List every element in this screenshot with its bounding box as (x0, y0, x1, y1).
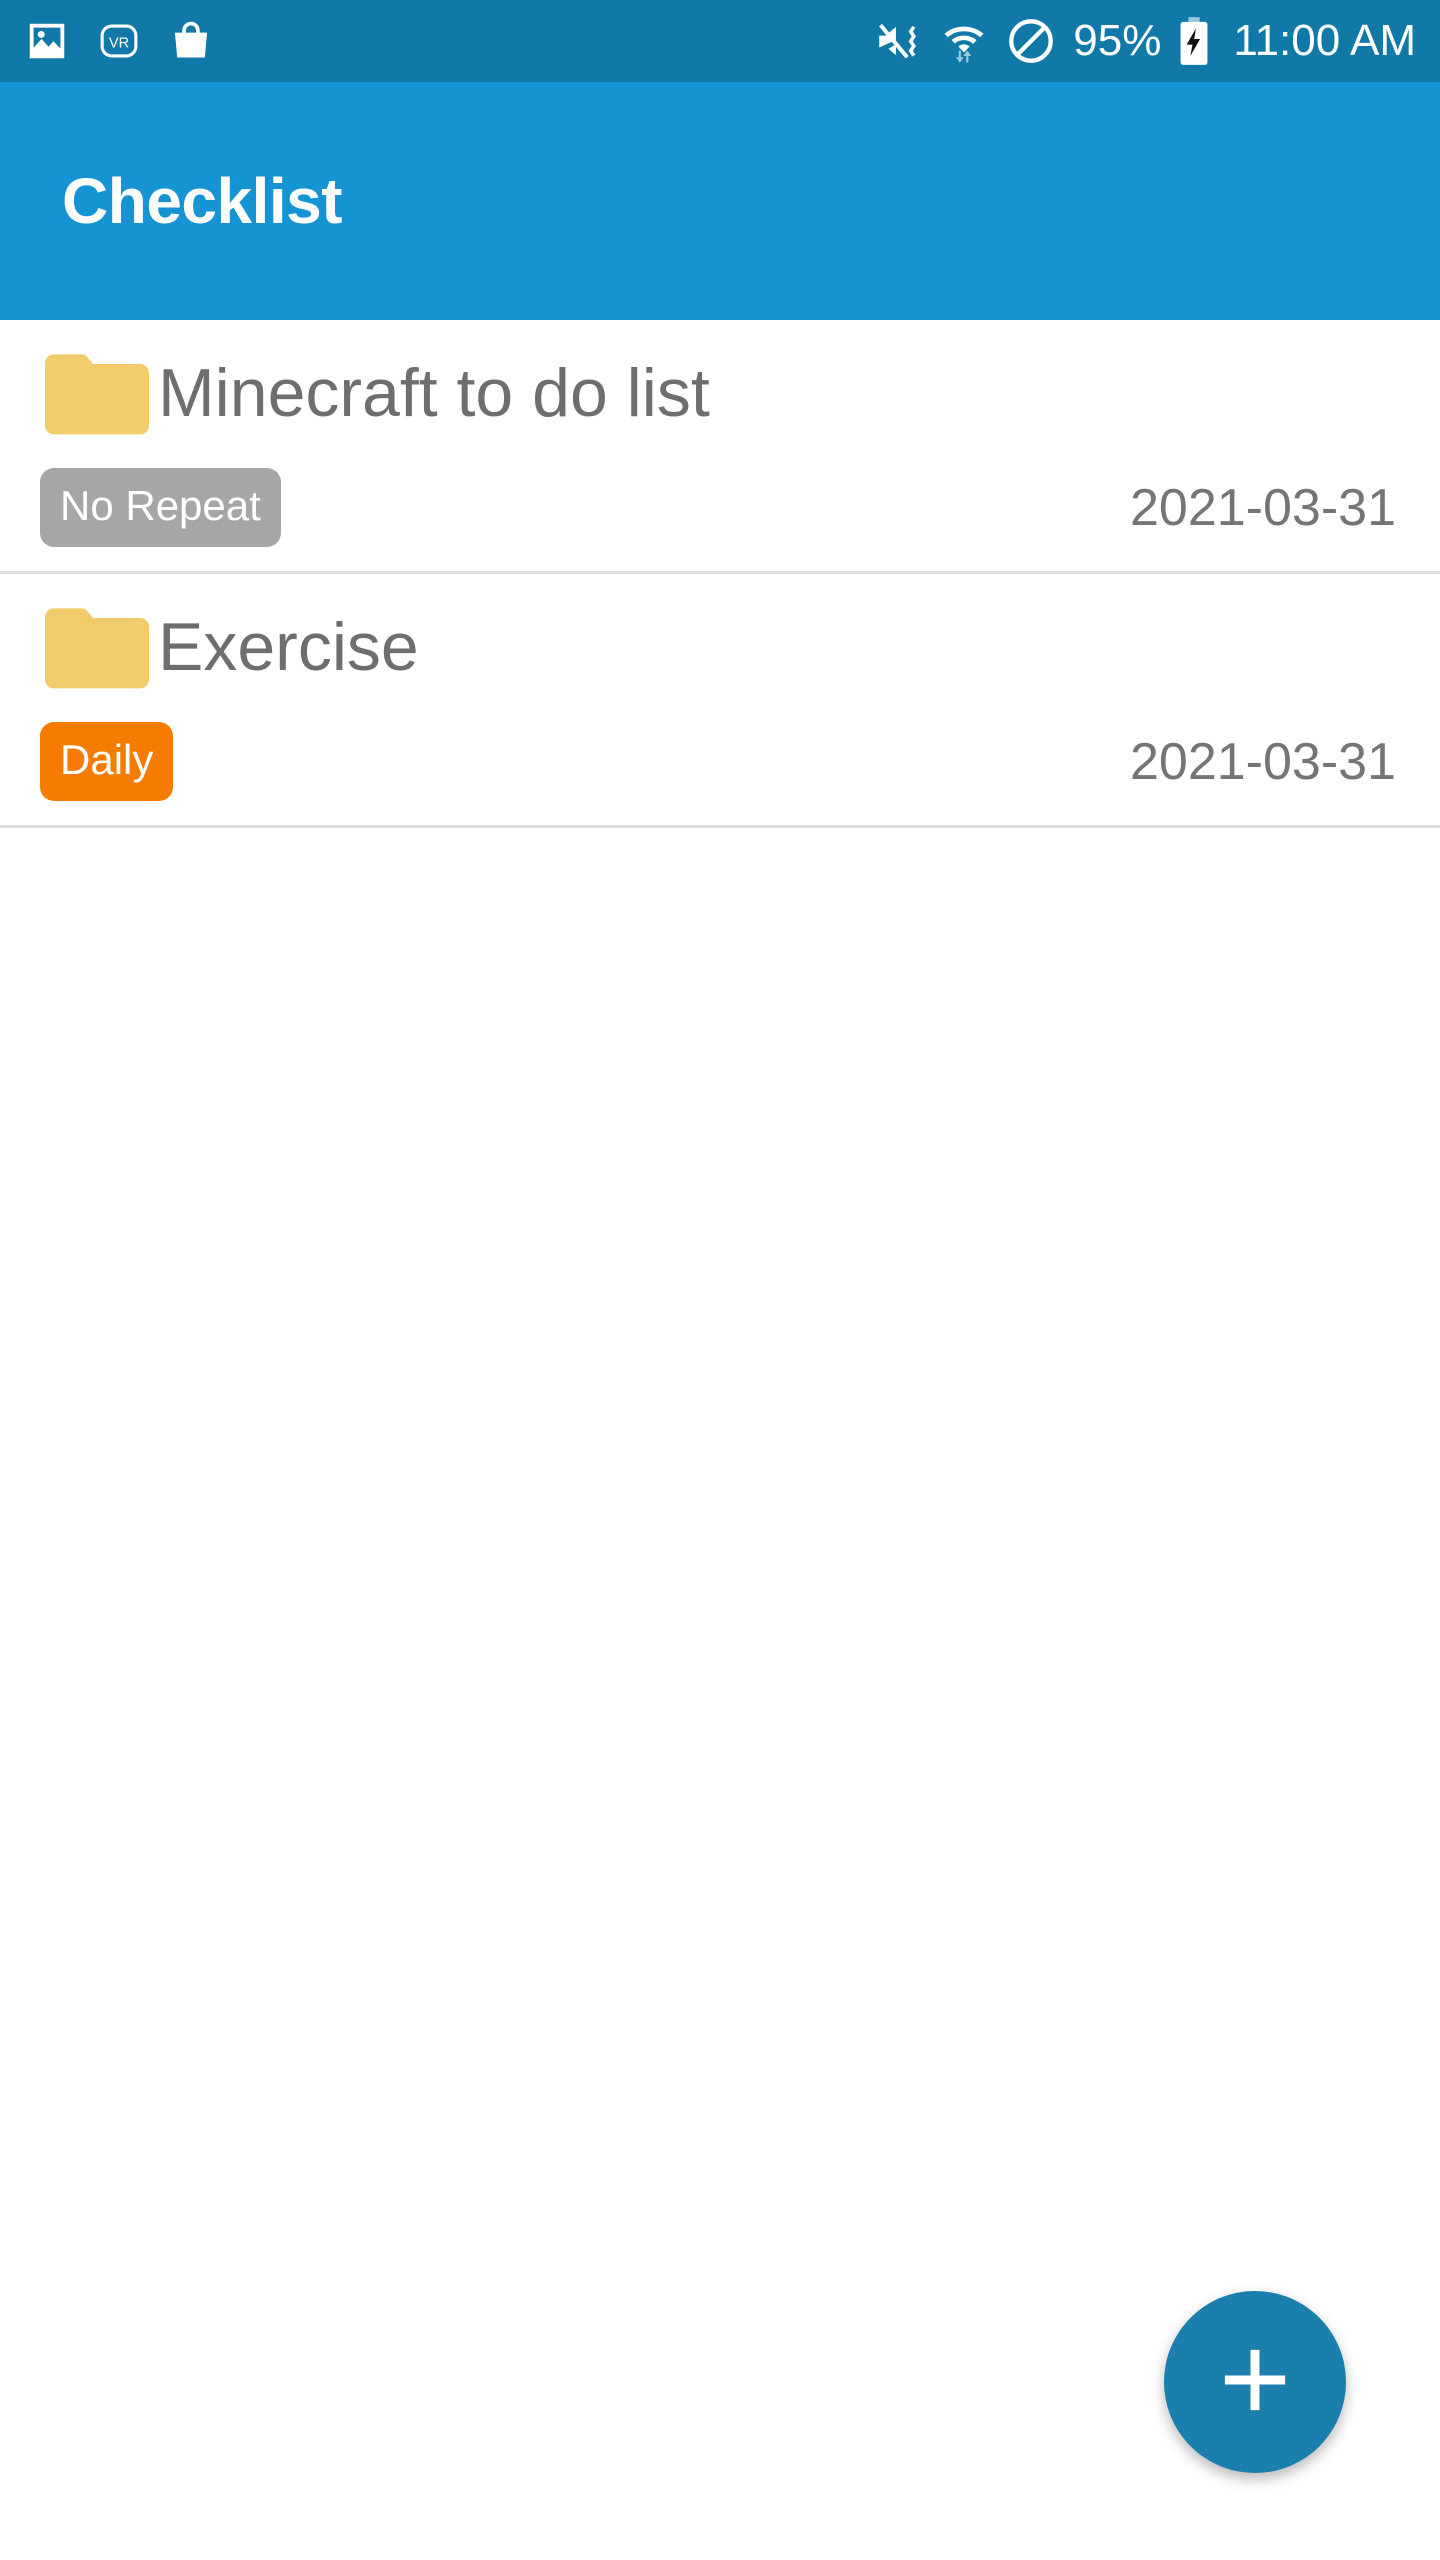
list-item-date: 2021-03-31 (1130, 732, 1396, 791)
wifi-data-transfer-icon (939, 16, 989, 66)
status-bar-clock: 11:00 AM (1233, 16, 1416, 65)
repeat-badge: No Repeat (40, 468, 281, 547)
app-bar: Checklist (0, 82, 1440, 320)
list-item[interactable]: Minecraft to do list No Repeat 2021-03-3… (0, 320, 1440, 571)
battery-percent-label: 95% (1073, 16, 1162, 65)
status-bar-right-icons: 95% 11:00 AM (873, 15, 1416, 67)
checklist-list: Minecraft to do list No Repeat 2021-03-3… (0, 320, 1440, 828)
list-item-meta: No Repeat 2021-03-31 (40, 468, 1400, 547)
status-bar-left-icons: VR (24, 18, 214, 64)
status-bar: VR 95% 11:00 AM (0, 0, 1440, 82)
list-item-date: 2021-03-31 (1130, 478, 1396, 537)
folder-icon (40, 606, 154, 690)
battery-charging-icon (1177, 15, 1211, 67)
vr-badge-icon: VR (96, 18, 142, 64)
list-item-meta: Daily 2021-03-31 (40, 722, 1400, 801)
vibrate-mute-icon (873, 16, 923, 66)
gallery-image-icon (24, 18, 70, 64)
shopping-bag-icon (168, 18, 214, 64)
page-title: Checklist (62, 165, 343, 237)
list-item-title: Exercise (158, 609, 419, 686)
do-not-disturb-icon (1005, 15, 1057, 67)
add-checklist-fab[interactable] (1164, 2291, 1346, 2473)
list-divider (0, 825, 1440, 828)
list-item-header: Minecraft to do list (40, 346, 1400, 442)
list-item-title: Minecraft to do list (158, 355, 710, 432)
svg-text:VR: VR (109, 36, 129, 52)
list-item-header: Exercise (40, 600, 1400, 696)
repeat-badge: Daily (40, 722, 174, 801)
folder-icon (40, 352, 154, 436)
list-item[interactable]: Exercise Daily 2021-03-31 (0, 574, 1440, 825)
plus-icon (1212, 2337, 1298, 2428)
